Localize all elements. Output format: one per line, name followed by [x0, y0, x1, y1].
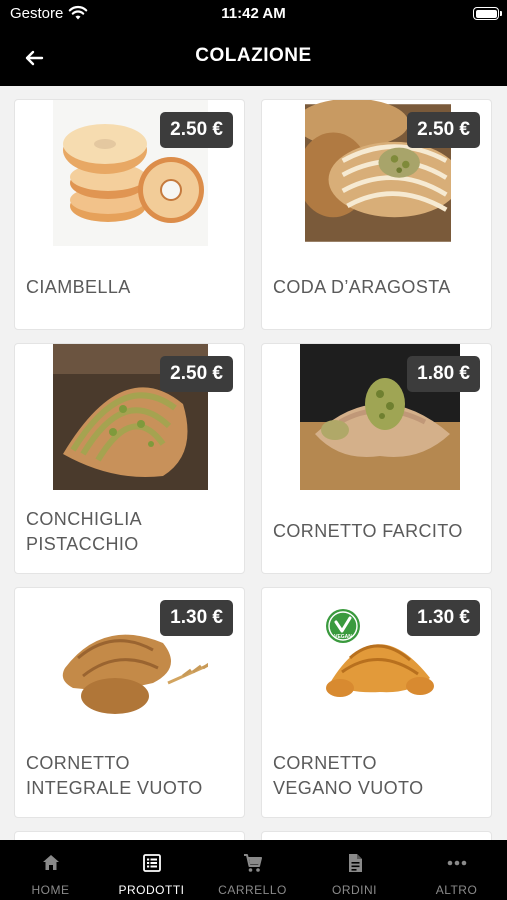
cart-icon [243, 854, 262, 872]
product-name-line: CONCHIGLIA [26, 509, 143, 529]
status-bar: Gestore 11:42 AM [0, 0, 507, 30]
product-name-line: INTEGRALE VUOTO [26, 778, 203, 798]
product-grid: 2.50 € CIAMBELLA 2.50 € CODA D’ARAGOSTA [0, 86, 507, 840]
product-name-line: CODA D’ARAGOSTA [273, 277, 451, 297]
document-icon [348, 854, 362, 872]
tab-carrello[interactable]: CARRELLO [202, 840, 303, 900]
nav-bar: COLAZIONE [0, 30, 507, 86]
product-name: CONCHIGLIA PISTACCHIO [26, 507, 236, 557]
price-badge: 1.30 € [160, 600, 233, 636]
clock: 11:42 AM [221, 5, 286, 22]
more-icon [447, 860, 466, 866]
price-badge: 1.30 € [407, 600, 480, 636]
tab-ordini[interactable]: ORDINI [304, 840, 405, 900]
product-card[interactable] [14, 831, 245, 840]
tab-label: ALTRO [435, 883, 478, 897]
product-name-line: CORNETTO [26, 753, 130, 773]
price-badge: 2.50 € [160, 356, 233, 392]
tab-label: HOME [31, 883, 70, 897]
price-badge: 2.50 € [407, 112, 480, 148]
product-card[interactable]: 2.50 € CONCHIGLIA PISTACCHIO [14, 343, 245, 574]
product-name-line: VEGANO VUOTO [273, 778, 424, 798]
tab-label: ORDINI [332, 883, 377, 897]
tab-label: PRODOTTI [118, 883, 185, 897]
product-card[interactable]: 2.50 € CODA D’ARAGOSTA [261, 99, 492, 330]
product-name-line: CORNETTO FARCITO [273, 521, 463, 541]
product-name-line: PISTACCHIO [26, 534, 139, 554]
product-card[interactable] [261, 831, 492, 840]
home-icon [42, 855, 59, 870]
vegan-badge-icon: VEGAN [326, 609, 360, 643]
tab-label: CARRELLO [218, 883, 287, 897]
tab-altro[interactable]: ALTRO [406, 840, 507, 900]
price-badge: 2.50 € [160, 112, 233, 148]
vegan-badge-label: VEGAN [334, 634, 352, 640]
product-name-line: CIAMBELLA [26, 277, 131, 297]
price-badge: 1.80 € [407, 356, 480, 392]
tab-bar: HOME PRODOTTI CARRELLO ORDINI ALTRO [0, 840, 507, 900]
product-name: CORNETTO INTEGRALE VUOTO [26, 751, 236, 801]
tab-home[interactable]: HOME [0, 840, 101, 900]
tab-prodotti[interactable]: PRODOTTI [101, 840, 202, 900]
battery-icon [473, 7, 502, 20]
product-name: CORNETTO VEGANO VUOTO [273, 751, 483, 801]
product-name: CORNETTO FARCITO [273, 519, 483, 544]
page-title: COLAZIONE [195, 45, 312, 66]
product-name-line: CORNETTO [273, 753, 377, 773]
product-card[interactable]: VEGAN 1.30 € CORNETTO VEGANO VUOTO [261, 587, 492, 818]
product-name: CODA D’ARAGOSTA [273, 275, 483, 300]
list-icon [142, 854, 161, 872]
product-card[interactable]: 1.80 € CORNETTO FARCITO [261, 343, 492, 574]
product-name: CIAMBELLA [26, 275, 236, 300]
product-card[interactable]: 2.50 € CIAMBELLA [14, 99, 245, 330]
product-card[interactable]: 1.30 € CORNETTO INTEGRALE VUOTO [14, 587, 245, 818]
